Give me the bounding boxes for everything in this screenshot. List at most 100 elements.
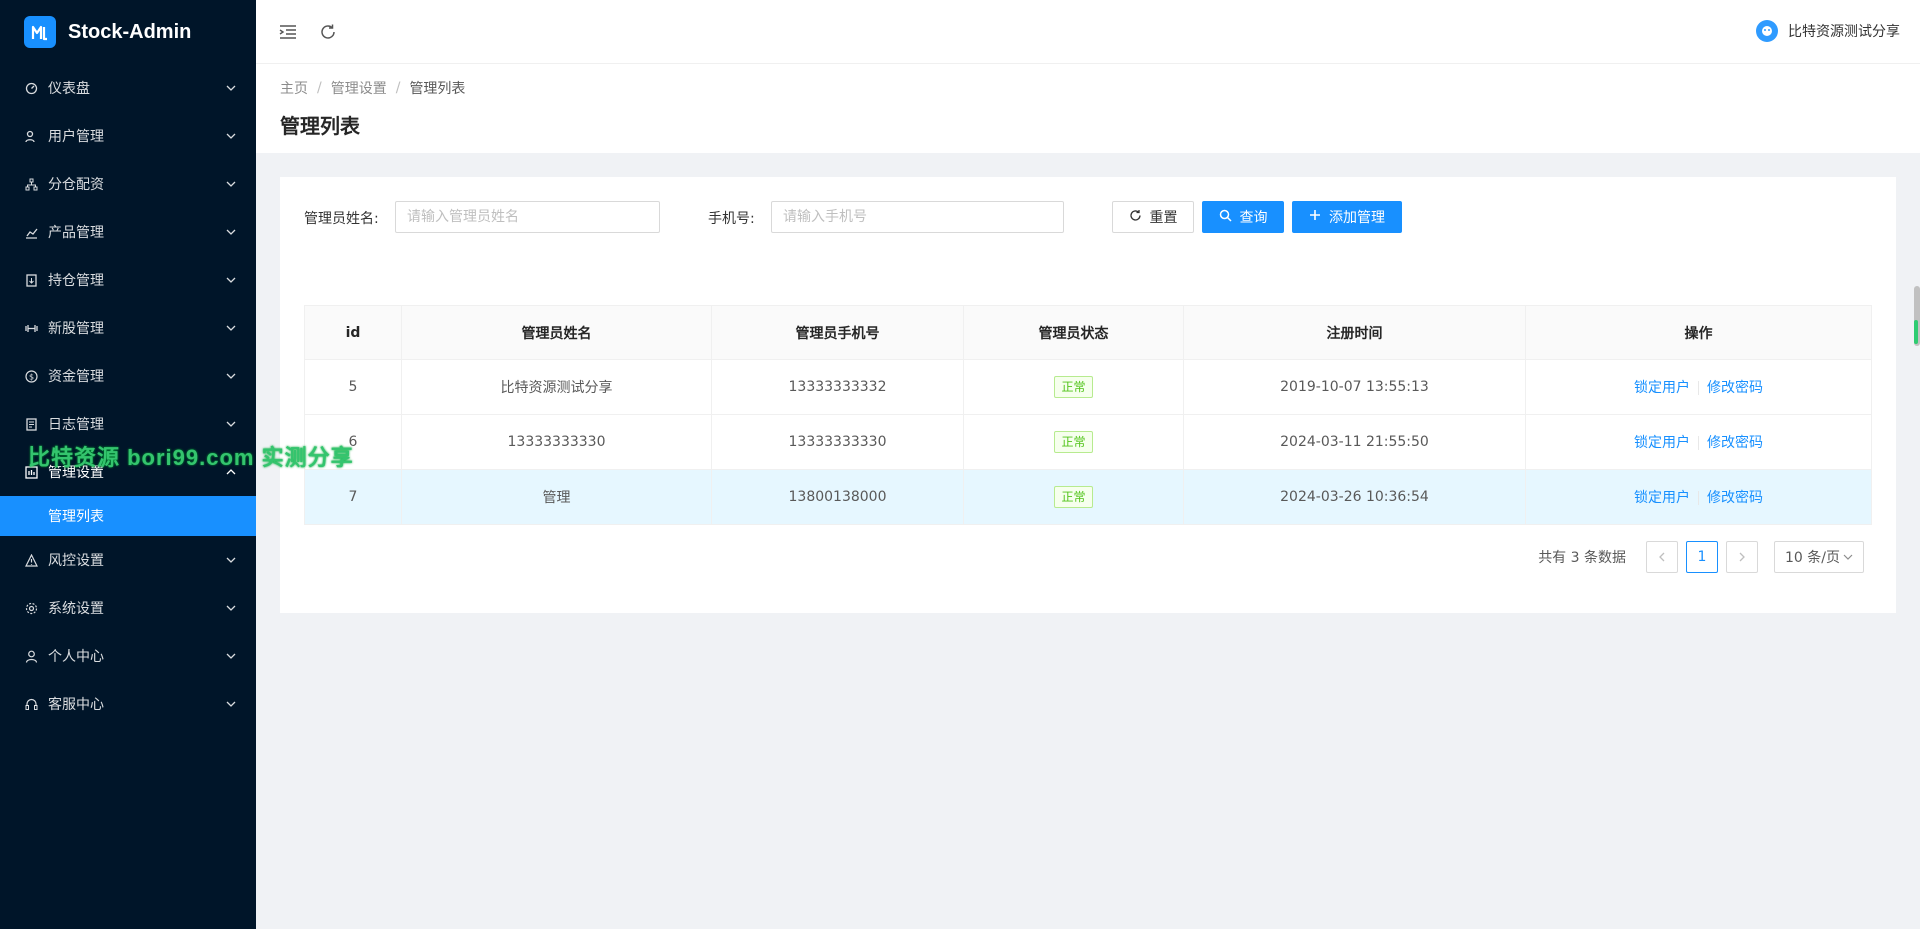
reset-icon — [1129, 209, 1142, 226]
logo[interactable]: Stock-Admin — [0, 0, 256, 64]
column-header-id: id — [304, 305, 402, 360]
chevron-down-icon — [226, 603, 236, 613]
sidebar-item-profile[interactable]: 个人中心 — [0, 632, 256, 680]
cell-register-time: 2024-03-26 10:36:54 — [1183, 469, 1526, 525]
table-row: 5 比特资源测试分享 13333333332 正常 2019-10-07 13:… — [304, 359, 1872, 415]
chevron-down-icon — [226, 419, 236, 429]
lock-user-link[interactable]: 锁定用户 — [1634, 490, 1690, 506]
sidebar-item-label: 客服中心 — [48, 697, 104, 713]
cell-actions: 锁定用户 修改密码 — [1525, 469, 1872, 525]
change-password-link[interactable]: 修改密码 — [1707, 435, 1763, 451]
sidebar-subitem-label: 管理列表 — [48, 509, 104, 525]
sidebar-item-ipo[interactable]: 新股管理 — [0, 304, 256, 352]
chevron-down-icon — [226, 651, 236, 661]
column-header-status: 管理员状态 — [963, 305, 1184, 360]
menu-fold-icon[interactable] — [278, 22, 298, 42]
chevron-down-icon — [226, 555, 236, 565]
chevron-down-icon — [226, 227, 236, 237]
scroll-indicator — [1914, 320, 1918, 344]
cell-actions: 锁定用户 修改密码 — [1525, 359, 1872, 415]
chevron-down-icon — [226, 131, 236, 141]
cell-status: 正常 — [963, 469, 1184, 525]
admin-list-card: 管理员姓名: 手机号: 重置 查询 添加管理 id 管理员姓名 管理员手机号 管… — [280, 177, 1896, 613]
page-number-button[interactable]: 1 — [1686, 541, 1718, 573]
admin-table: id 管理员姓名 管理员手机号 管理员状态 注册时间 操作 5 比特资源测试分享… — [304, 305, 1872, 525]
sidebar-item-products[interactable]: 产品管理 — [0, 208, 256, 256]
page-header: 主页 / 管理设置 / 管理列表 管理列表 — [256, 64, 1920, 153]
cell-name: 13333333330 — [401, 414, 712, 470]
chevron-down-icon — [226, 83, 236, 93]
query-button[interactable]: 查询 — [1202, 201, 1284, 233]
sidebar-item-system[interactable]: 系统设置 — [0, 584, 256, 632]
dashboard-icon — [24, 81, 38, 95]
page-title: 管理列表 — [280, 114, 360, 138]
lock-user-link[interactable]: 锁定用户 — [1634, 380, 1690, 396]
warning-icon — [24, 553, 38, 567]
admin-name-label: 管理员姓名: — [304, 211, 379, 227]
sidebar-item-label: 持仓管理 — [48, 273, 104, 289]
sidebar-item-allocation[interactable]: 分仓配资 — [0, 160, 256, 208]
sidebar-item-label: 仪表盘 — [48, 81, 90, 97]
add-admin-button[interactable]: 添加管理 — [1292, 201, 1402, 233]
sidebar-item-risk[interactable]: 风控设置 — [0, 536, 256, 584]
sidebar-item-label: 用户管理 — [48, 129, 104, 145]
sidebar-item-funds[interactable]: $ 资金管理 — [0, 352, 256, 400]
pagination: 共有 3 条数据 1 10 条/页 — [1538, 541, 1864, 573]
sidebar-item-label: 资金管理 — [48, 369, 104, 385]
dollar-icon: $ — [24, 369, 38, 383]
watermark: 比特资源 bori99.com 实测分享 — [28, 445, 354, 470]
svg-text:$: $ — [28, 372, 33, 381]
sidebar-item-label: 分仓配资 — [48, 177, 104, 193]
reset-button[interactable]: 重置 — [1112, 201, 1194, 233]
action-divider — [1698, 381, 1699, 395]
cell-status: 正常 — [963, 414, 1184, 470]
prev-page-button[interactable] — [1646, 541, 1678, 573]
sidebar-item-users[interactable]: 用户管理 — [0, 112, 256, 160]
user-menu[interactable]: 比特资源测试分享 — [1756, 20, 1900, 42]
sidebar-item-positions[interactable]: 持仓管理 — [0, 256, 256, 304]
top-header: 比特资源测试分享 — [256, 0, 1920, 64]
chevron-down-icon — [1843, 554, 1853, 560]
cell-phone: 13333333330 — [711, 414, 964, 470]
log-icon — [24, 417, 38, 431]
breadcrumb-admin-settings[interactable]: 管理设置 — [331, 78, 387, 98]
next-page-button[interactable] — [1726, 541, 1758, 573]
app-title: Stock-Admin — [68, 20, 192, 43]
page-size-value: 10 条/页 — [1785, 550, 1840, 566]
search-icon — [1219, 209, 1232, 226]
change-password-link[interactable]: 修改密码 — [1707, 490, 1763, 506]
phone-label: 手机号: — [708, 211, 755, 227]
pagination-total: 共有 3 条数据 — [1538, 550, 1626, 566]
sidebar-item-label: 个人中心 — [48, 649, 104, 665]
breadcrumb-current: 管理列表 — [409, 81, 466, 97]
query-label: 查询 — [1239, 210, 1268, 226]
breadcrumb-separator: / — [395, 80, 401, 96]
breadcrumb-separator: / — [317, 80, 322, 96]
sidebar-item-support[interactable]: 客服中心 — [0, 680, 256, 728]
sidebar-item-label: 系统设置 — [48, 601, 104, 617]
cell-id: 5 — [304, 359, 402, 415]
sidebar-item-dashboard[interactable]: 仪表盘 — [0, 64, 256, 112]
refresh-icon[interactable] — [318, 22, 338, 42]
sidebar-item-label: 风控设置 — [48, 553, 104, 569]
cell-name: 比特资源测试分享 — [401, 359, 712, 415]
page-size-select[interactable]: 10 条/页 — [1774, 541, 1864, 573]
sidebar-item-label: 新股管理 — [48, 321, 104, 337]
lock-user-link[interactable]: 锁定用户 — [1634, 435, 1690, 451]
user-name: 比特资源测试分享 — [1788, 24, 1900, 40]
status-badge: 正常 — [1054, 376, 1093, 398]
sidebar-subitem-admin-list[interactable]: 管理列表 — [0, 496, 256, 536]
plus-icon — [1309, 209, 1321, 225]
column-header-phone: 管理员手机号 — [711, 305, 964, 360]
position-icon — [24, 273, 38, 287]
column-header-name: 管理员姓名 — [401, 305, 712, 360]
chevron-down-icon — [226, 371, 236, 381]
chevron-left-icon — [1659, 552, 1665, 562]
column-header-actions: 操作 — [1525, 305, 1872, 360]
breadcrumb-home[interactable]: 主页 — [280, 78, 308, 98]
change-password-link[interactable]: 修改密码 — [1707, 380, 1763, 396]
admin-name-input[interactable] — [395, 201, 660, 233]
phone-input[interactable] — [771, 201, 1064, 233]
barbell-icon — [24, 321, 38, 335]
cell-name: 管理 — [401, 469, 712, 525]
